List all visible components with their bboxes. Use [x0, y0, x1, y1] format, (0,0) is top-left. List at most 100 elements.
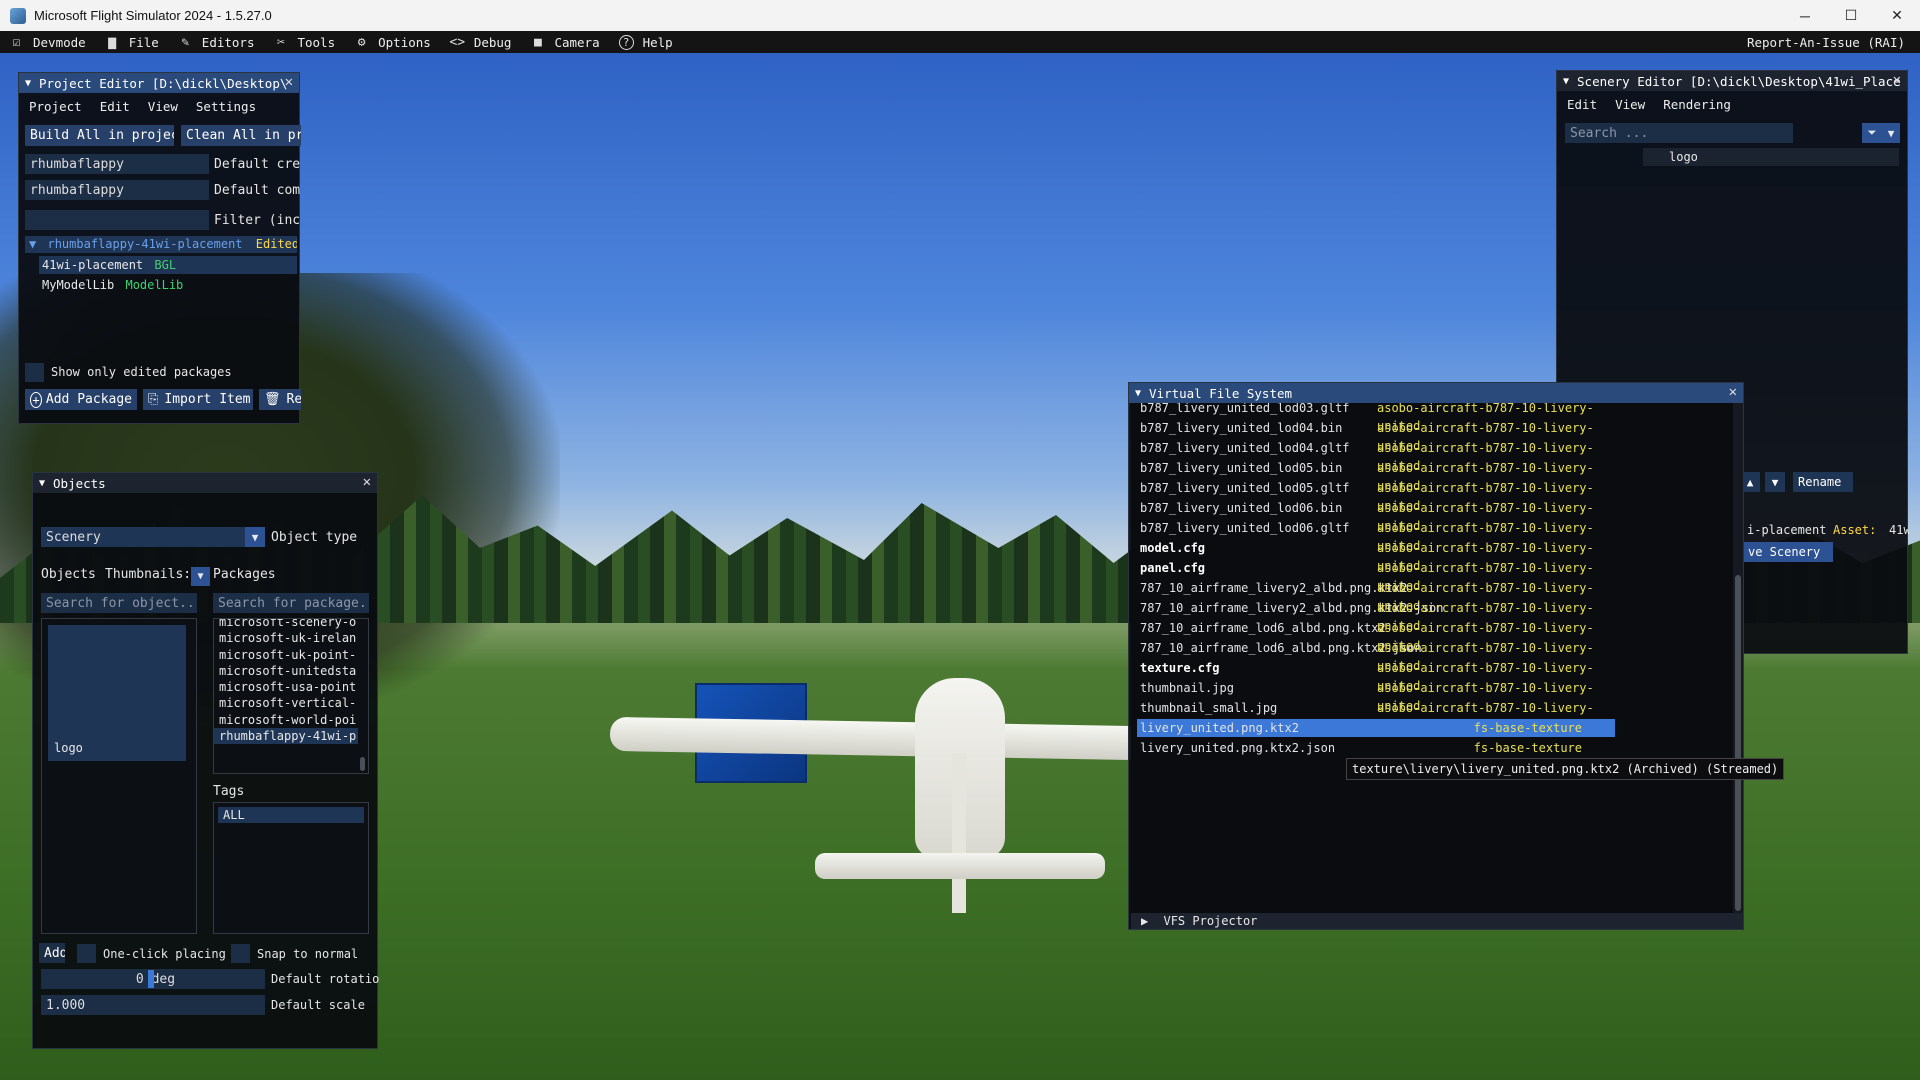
vfs-scrollbar[interactable]	[1733, 403, 1743, 913]
company-field[interactable]: rhumbaflappy	[25, 180, 209, 200]
menu-edit[interactable]: Edit	[1559, 97, 1607, 112]
vfs-file-row[interactable]: b787_livery_united_lod05.bin asobo-aircra…	[1137, 459, 1615, 493]
snap-normal-checkbox[interactable]	[231, 944, 250, 963]
menu-options[interactable]: ⚙ Options	[345, 31, 441, 53]
vfs-file-list[interactable]: b787_livery_united_lod03.gltf asobo-aircr…	[1131, 403, 1735, 915]
clean-all-button[interactable]: Clean All in proj	[181, 125, 301, 146]
rotation-slider-handle[interactable]	[148, 970, 154, 988]
vfs-file-row[interactable]: 787_10_airframe_livery2_albd.png.ktx2.js…	[1137, 599, 1615, 633]
menu-view[interactable]: View	[1607, 97, 1655, 112]
minimize-button[interactable]: ─	[1782, 0, 1828, 31]
creator-field[interactable]: rhumbaflappy	[25, 154, 209, 174]
objects-titlebar[interactable]: ▼ Objects ✕	[33, 473, 377, 493]
menu-file[interactable]: ▆ File	[96, 31, 169, 53]
menu-devmode[interactable]: ☑ Devmode	[0, 31, 96, 53]
close-icon[interactable]: ✕	[1729, 384, 1737, 400]
add-object-button[interactable]: Add	[39, 943, 65, 963]
thumbnails-checkbox[interactable]: ▼	[191, 567, 210, 586]
vfs-file-row[interactable]: 787_10_airframe_livery2_albd.png.ktx2 aso…	[1137, 579, 1615, 613]
list-item[interactable]: microsoft-uk-irelan	[214, 630, 368, 646]
close-icon[interactable]: ✕	[363, 474, 371, 490]
close-window-button[interactable]: ✕	[1874, 0, 1920, 31]
maximize-button[interactable]: ☐	[1828, 0, 1874, 31]
scenery-search-input[interactable]: Search ...	[1565, 123, 1793, 143]
filter-field[interactable]	[25, 210, 209, 230]
vfs-projector-header[interactable]: ▶ VFS Projector	[1131, 913, 1743, 929]
remove-button[interactable]: 🗑 Re	[259, 389, 301, 410]
close-icon[interactable]: ✕	[1893, 72, 1901, 88]
tag-item[interactable]: ALL	[218, 807, 364, 824]
object-thumbnail[interactable]: logo	[48, 625, 186, 761]
vfs-file-row[interactable]: b787_livery_united_lod06.bin asobo-aircra…	[1137, 499, 1615, 533]
close-icon[interactable]: ✕	[285, 74, 293, 90]
list-item[interactable]: microsoft-vertical-	[214, 695, 368, 711]
vfs-file-row[interactable]: thumbnail_small.jpg asobo-aircraft-b787-1…	[1137, 699, 1615, 733]
project-item-row[interactable]: 41wi-placement BGL	[39, 256, 297, 274]
project-item-row[interactable]: MyModelLib ModelLib	[39, 276, 297, 294]
vfs-file-row[interactable]: b787_livery_united_lod06.gltf asobo-aircr…	[1137, 519, 1615, 553]
vfs-file-row[interactable]: livery_united.png.ktx2.json fs-base-textu…	[1137, 739, 1615, 757]
show-edited-checkbox[interactable]	[25, 363, 44, 382]
menu-settings[interactable]: Settings	[188, 99, 266, 114]
list-item[interactable]: microsoft-usa-point	[214, 679, 368, 695]
menu-edit[interactable]: Edit	[92, 99, 140, 114]
menu-rendering[interactable]: Rendering	[1655, 97, 1741, 112]
vfs-file-row[interactable]: b787_livery_united_lod04.bin asobo-aircra…	[1137, 419, 1615, 453]
item-name: MyModelLib	[42, 278, 115, 292]
vfs-file-row[interactable]: livery_united.png.ktx2 fs-base-texture	[1137, 719, 1615, 737]
scrollbar-thumb[interactable]	[360, 757, 365, 771]
menu-label: Options	[378, 34, 431, 50]
list-item[interactable]: microsoft-unitedsta	[214, 663, 368, 679]
list-item[interactable]: microsoft-scenery-o	[214, 619, 368, 630]
vfs-titlebar[interactable]: ▼ Virtual File System ✕	[1129, 383, 1743, 403]
filter-icon[interactable]: ⏷ ▼	[1862, 123, 1900, 143]
packages-list[interactable]: microsoft-scenery-o microsoft-uk-irelan …	[213, 618, 369, 774]
vfs-file-row[interactable]: 787_10_airframe_lod6_albd.png.ktx2.json a…	[1137, 639, 1615, 673]
vfs-file-row[interactable]: texture.cfg asobo-aircraft-b787-10-livery…	[1137, 659, 1615, 693]
vfs-file-row[interactable]: b787_livery_united_lod04.gltf asobo-aircr…	[1137, 439, 1615, 473]
vfs-file-row[interactable]: b787_livery_united_lod05.gltf asobo-aircr…	[1137, 479, 1615, 513]
import-item-button[interactable]: ⎘ Import Item	[143, 389, 253, 410]
package-tree-row[interactable]: ▼ rhumbaflappy-41wi-placement Edited	[25, 236, 297, 253]
build-all-button[interactable]: Build All in project	[25, 125, 174, 146]
vfs-file-row[interactable]: b787_livery_united_lod03.gltf asobo-aircr…	[1137, 403, 1615, 433]
menu-tools[interactable]: ✂ Tools	[264, 31, 345, 53]
object-type-select[interactable]: Scenery	[41, 527, 251, 547]
collapse-icon[interactable]: ▼	[1135, 388, 1141, 399]
report-issue-link[interactable]: Report-An-Issue (RAI)	[1747, 35, 1920, 50]
menu-help[interactable]: ? Help	[610, 31, 683, 53]
menu-debug[interactable]: <> Debug	[441, 31, 522, 53]
rename-button[interactable]: Rename	[1793, 472, 1853, 492]
vfs-file-row[interactable]: panel.cfg asobo-aircraft-b787-10-livery-u…	[1137, 559, 1615, 593]
project-editor-titlebar[interactable]: ▼ Project Editor [D:\dickl\Desktop\ ✕	[19, 73, 299, 93]
scrollbar-thumb[interactable]	[1735, 575, 1741, 911]
expand-icon[interactable]: ▶	[1141, 914, 1148, 928]
expand-icon[interactable]: ▼	[29, 237, 36, 251]
scenery-object-item[interactable]: logo	[1643, 148, 1899, 166]
vfs-file-row[interactable]: 787_10_airframe_lod6_albd.png.ktx2 asobo-…	[1137, 619, 1615, 653]
menu-project[interactable]: Project	[21, 99, 92, 114]
save-scenery-button[interactable]: ve Scenery	[1743, 542, 1833, 562]
vfs-file-row[interactable]: model.cfg asobo-aircraft-b787-10-livery-u…	[1137, 539, 1615, 573]
one-click-checkbox[interactable]	[77, 944, 96, 963]
tags-list[interactable]: ALL	[213, 802, 369, 934]
menu-view[interactable]: View	[140, 99, 188, 114]
collapse-icon[interactable]: ▼	[39, 478, 45, 489]
list-item[interactable]: microsoft-uk-point-	[214, 647, 368, 663]
objects-thumbnail-list[interactable]: logo	[41, 618, 197, 934]
collapse-icon[interactable]: ▼	[1563, 76, 1569, 87]
scale-field[interactable]: 1.000	[41, 995, 265, 1015]
list-item[interactable]: rhumbaflappy-41wi-p	[214, 728, 358, 745]
vfs-file-row[interactable]: thumbnail.jpg asobo-aircraft-b787-10-live…	[1137, 679, 1615, 713]
add-package-button[interactable]: + Add Package	[25, 389, 137, 410]
search-packages-input[interactable]: Search for package...	[213, 593, 369, 613]
move-down-button[interactable]: ▼	[1765, 472, 1785, 492]
scenery-editor-titlebar[interactable]: ▼ Scenery Editor [D:\dickl\Desktop\41wi_…	[1557, 71, 1907, 91]
menu-camera[interactable]: ■ Camera	[521, 31, 609, 53]
search-objects-input[interactable]: Search for object...	[41, 593, 197, 613]
thumbnails-label: Thumbnails:	[105, 567, 192, 582]
collapse-icon[interactable]: ▼	[25, 78, 31, 89]
list-item[interactable]: microsoft-world-poi	[214, 712, 368, 728]
menu-editors[interactable]: ✎ Editors	[169, 31, 265, 53]
chevron-down-icon[interactable]: ▼	[245, 527, 265, 547]
